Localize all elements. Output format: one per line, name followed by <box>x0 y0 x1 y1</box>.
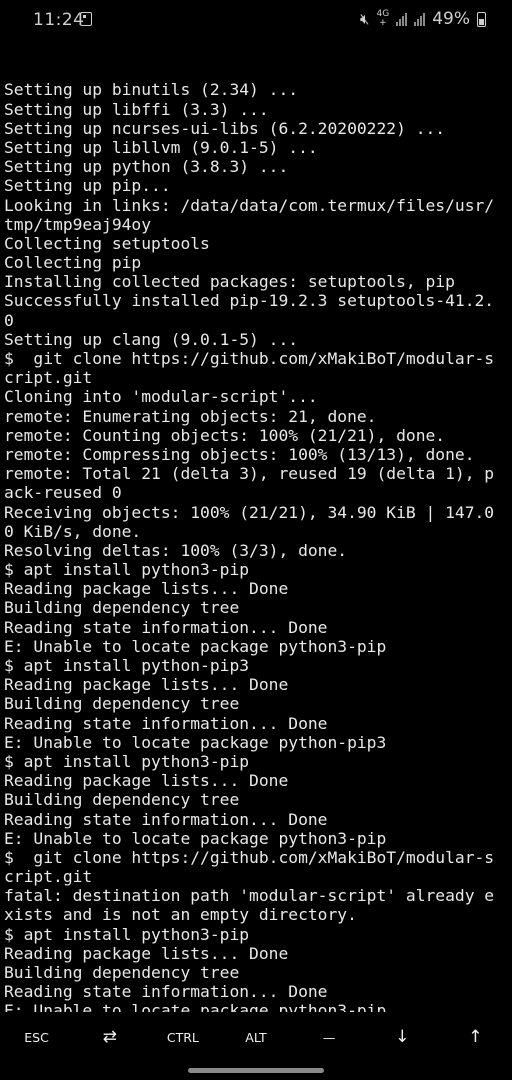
terminal-line: Successfully installed pip-19.2.3 setupt… <box>4 291 495 311</box>
terminal-line: $ apt install python-pip3 <box>4 656 250 676</box>
ctrl-key[interactable]: CTRL <box>146 1016 219 1058</box>
home-indicator[interactable] <box>188 1068 324 1073</box>
status-time: 11:24 <box>33 10 85 30</box>
terminal-line: Looking in links: /data/data/com.termux/… <box>4 195 495 215</box>
terminal-line: Reading state information... Done <box>4 617 328 637</box>
terminal-line: Setting up pip... <box>4 176 171 196</box>
terminal-line: Setting up libllvm (9.0.1-5) ... <box>4 137 318 157</box>
status-icons: 🔇︎ 4G + 49% <box>360 9 486 29</box>
terminal-line: tmp/tmp9eaj94oy <box>4 214 152 234</box>
signal-2-icon <box>414 12 426 26</box>
terminal-line: Setting up ncurses-ui-libs (6.2.20200222… <box>4 118 446 138</box>
terminal-line: xists and is not an empty directory. <box>4 905 357 925</box>
terminal-line: Resolving deltas: 100% (3/3), done. <box>4 540 348 560</box>
terminal-line: E: Unable to locate package python-pip3 <box>4 732 387 752</box>
network-type-icon: 4G + <box>377 10 390 28</box>
terminal-line: $ apt install python3-pip <box>4 751 250 771</box>
terminal-line: $ apt install python3-pip <box>4 560 250 580</box>
terminal-line: Reading state information... Done <box>4 809 328 829</box>
terminal-line: Building dependency tree <box>4 598 240 618</box>
terminal-line: $ git clone https://github.com/xMakiBoT/… <box>4 349 495 369</box>
terminal-line: Reading state information... Done <box>4 982 328 1002</box>
battery-icon <box>477 11 486 27</box>
terminal-line: Installing collected packages: setuptool… <box>4 272 455 292</box>
terminal-line: Setting up clang (9.0.1-5) ... <box>4 329 299 349</box>
terminal-line: Collecting setuptools <box>4 233 210 253</box>
up-arrow-key-icon[interactable]: ↑ <box>439 1016 512 1058</box>
terminal-line: 0 <box>4 310 14 330</box>
terminal-line: 0 KiB/s, done. <box>4 521 142 541</box>
terminal-line: Reading package lists... Done <box>4 675 289 695</box>
terminal-line: remote: Total 21 (delta 3), reused 19 (d… <box>4 464 495 484</box>
extra-keys-row: ESC ⇄ CTRL ALT — ↓ ↑ <box>0 1016 512 1058</box>
status-bar: 11:24 🔇︎ 4G + 49% <box>0 0 512 40</box>
terminal-line: Reading package lists... Done <box>4 771 289 791</box>
terminal-line: remote: Enumerating objects: 21, done. <box>4 406 377 426</box>
terminal-line: $ apt install python3-pip <box>4 924 250 944</box>
terminal-line: E: Unable to locate package python3-pip <box>4 636 387 656</box>
terminal-line: Setting up libffi (3.3) ... <box>4 99 269 119</box>
terminal-output[interactable]: Setting up binutils (2.34) ... Setting up… <box>4 42 508 1012</box>
terminal-line: Setting up python (3.8.3) ... <box>4 157 289 177</box>
terminal-line: Building dependency tree <box>4 694 240 714</box>
terminal-line: remote: Compressing objects: 100% (13/13… <box>4 444 475 464</box>
down-arrow-key-icon[interactable]: ↓ <box>366 1016 439 1058</box>
terminal-line: Reading state information... Done <box>4 713 328 733</box>
battery-percentage: 49% <box>432 9 470 29</box>
terminal-line: Building dependency tree <box>4 790 240 810</box>
mute-icon: 🔇︎ <box>360 10 370 28</box>
terminal-line: Reading package lists... Done <box>4 943 289 963</box>
signal-1-icon <box>396 12 408 26</box>
tab-key-icon[interactable]: ⇄ <box>73 1016 146 1058</box>
terminal-line: cript.git <box>4 867 93 887</box>
terminal-lines: Setting up binutils (2.34) ... Setting up… <box>4 80 508 1012</box>
terminal-line: fatal: destination path 'modular-script'… <box>4 886 495 906</box>
terminal-line: E: Unable to locate package python3-pip <box>4 828 387 848</box>
alt-key[interactable]: ALT <box>219 1016 292 1058</box>
dash-key[interactable]: — <box>293 1016 366 1058</box>
terminal-line: ack-reused 0 <box>4 483 122 503</box>
terminal-line: Receiving objects: 100% (21/21), 34.90 K… <box>4 502 495 522</box>
terminal-line: Setting up binutils (2.34) ... <box>4 80 299 100</box>
terminal-line: E: Unable to locate package python3-pip <box>4 1001 387 1012</box>
terminal-line: Reading package lists... Done <box>4 579 289 599</box>
terminal-line: remote: Counting objects: 100% (21/21), … <box>4 425 446 445</box>
notification-icon <box>80 12 92 26</box>
terminal-line: Cloning into 'modular-script'... <box>4 387 318 407</box>
esc-key[interactable]: ESC <box>0 1016 73 1058</box>
terminal-line: Building dependency tree <box>4 963 240 983</box>
network-type-sub: + <box>379 18 387 28</box>
terminal-line: $ git clone https://github.com/xMakiBoT/… <box>4 847 495 867</box>
terminal-line: Collecting pip <box>4 253 142 273</box>
terminal-line: cript.git <box>4 368 93 388</box>
